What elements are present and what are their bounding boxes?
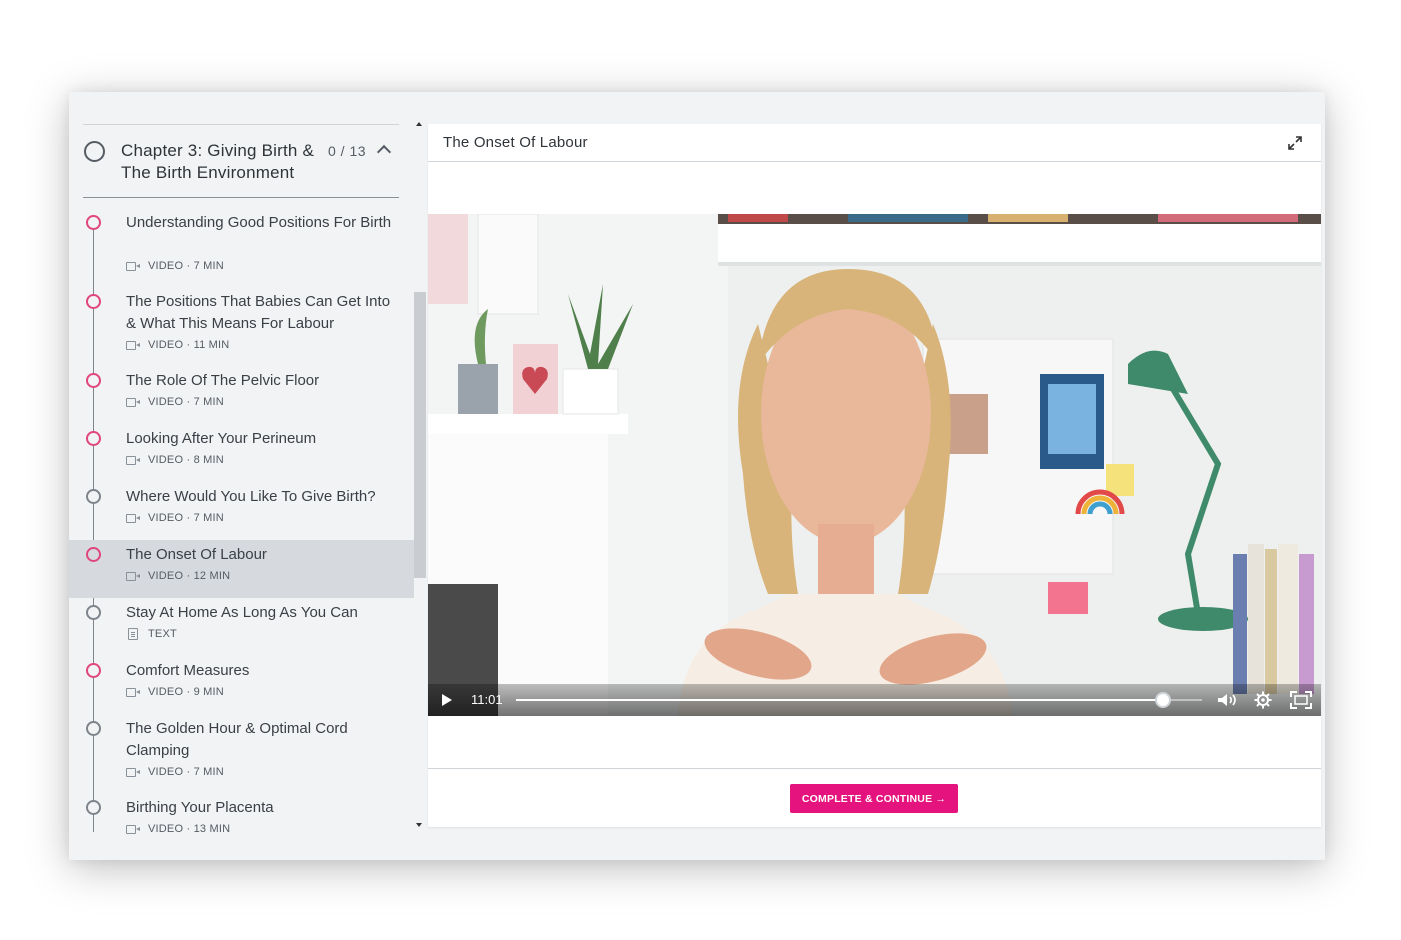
lesson-meta: VIDEO · 9 MIN [126, 686, 224, 698]
lesson-meta: VIDEO · 7 MIN [126, 766, 224, 778]
progress-track[interactable] [516, 692, 1202, 708]
volume-icon[interactable] [1216, 692, 1240, 708]
chapter-header[interactable]: Chapter 3: Giving Birth & The Birth Envi… [83, 124, 399, 198]
gear-icon[interactable] [1254, 691, 1272, 709]
lesson-item[interactable]: Looking After Your Perineum VIDEO · 8 MIN [69, 424, 414, 482]
lesson-list: Understanding Good Positions For Birth VI… [69, 208, 414, 851]
lesson-content: The Onset Of Labour 11:01 COMPLETE & CON… [428, 124, 1321, 827]
player-controls: 11:01 [428, 684, 1321, 716]
lesson-meta-text: VIDEO · 8 MIN [148, 454, 224, 466]
lesson-status-icon [86, 721, 101, 736]
video-camera-icon [126, 687, 141, 697]
video-camera-icon [126, 261, 141, 271]
lesson-meta: VIDEO · 12 MIN [126, 570, 230, 582]
lesson-title: The Positions That Babies Can Get Into &… [126, 293, 391, 332]
chapter-status-icon [84, 141, 105, 162]
lesson-status-icon [86, 489, 101, 504]
lesson-meta: VIDEO · 11 MIN [126, 339, 229, 351]
expand-icon[interactable] [1287, 135, 1303, 151]
lesson-meta-text: VIDEO · 9 MIN [148, 686, 224, 698]
chapter-title: Chapter 3: Giving Birth & The Birth Envi… [121, 141, 315, 182]
video-player[interactable]: 11:01 [428, 214, 1321, 716]
lesson-status-icon [86, 605, 101, 620]
lesson-meta-text: VIDEO · 7 MIN [148, 512, 224, 524]
progress-knob[interactable] [1154, 692, 1171, 708]
video-camera-icon [126, 824, 141, 834]
sidebar-scrollbar[interactable] [414, 92, 428, 860]
curriculum-sidebar: Chapter 3: Giving Birth & The Birth Envi… [69, 92, 414, 860]
lesson-meta: TEXT [126, 628, 177, 640]
lesson-status-icon [86, 294, 101, 309]
fullscreen-icon[interactable] [1290, 691, 1312, 709]
lesson-status-icon [86, 663, 101, 678]
lesson-meta: VIDEO · 13 MIN [126, 823, 230, 835]
lesson-item[interactable]: Stay At Home As Long As You Can TEXT [69, 598, 414, 656]
scroll-up-arrow-icon[interactable] [416, 122, 422, 126]
lesson-meta-text: VIDEO · 7 MIN [148, 260, 224, 272]
lesson-item[interactable]: The Role Of The Pelvic Floor VIDEO · 7 MI… [69, 366, 414, 424]
scroll-down-arrow-icon[interactable] [416, 823, 422, 827]
lesson-meta-text: TEXT [148, 628, 177, 640]
lesson-header: The Onset Of Labour [428, 124, 1321, 162]
lesson-meta-text: VIDEO · 7 MIN [148, 766, 224, 778]
lesson-item[interactable]: Where Would You Like To Give Birth? VIDEO… [69, 482, 414, 540]
video-camera-icon [126, 455, 141, 465]
lesson-title: The Golden Hour & Optimal Cord Clamping [126, 720, 348, 759]
lesson-item[interactable]: Comfort Measures VIDEO · 9 MIN [69, 656, 414, 714]
lesson-title: Birthing Your Placenta [126, 799, 274, 816]
lesson-status-icon [86, 215, 101, 230]
complete-continue-button[interactable]: COMPLETE & CONTINUE → [790, 784, 958, 813]
document-icon [128, 628, 138, 640]
lesson-item[interactable]: Birthing Your Placenta VIDEO · 13 MIN [69, 793, 414, 851]
lesson-title: Stay At Home As Long As You Can [126, 604, 358, 621]
video-camera-icon [126, 513, 141, 523]
scroll-thumb[interactable] [414, 292, 426, 578]
lesson-meta-text: VIDEO · 13 MIN [148, 823, 231, 835]
course-player-window: Chapter 3: Giving Birth & The Birth Envi… [69, 92, 1325, 860]
lesson-status-icon [86, 547, 101, 562]
video-frame [428, 214, 1321, 716]
lesson-item[interactable]: Understanding Good Positions For Birth VI… [69, 208, 414, 287]
lesson-meta-text: VIDEO · 11 MIN [148, 339, 230, 351]
lesson-title: The Onset Of Labour [126, 546, 267, 563]
video-camera-icon [126, 767, 141, 777]
video-camera-icon [126, 397, 141, 407]
lesson-title: The Onset Of Labour [443, 134, 588, 151]
lesson-title: The Role Of The Pelvic Floor [126, 372, 320, 389]
lesson-status-icon [86, 373, 101, 388]
lesson-title: Understanding Good Positions For Birth [126, 214, 392, 231]
lesson-meta: VIDEO · 7 MIN [126, 396, 224, 408]
lesson-status-icon [86, 800, 101, 815]
video-camera-icon [126, 340, 141, 350]
progress-fill [516, 699, 1163, 701]
lesson-item[interactable]: The Golden Hour & Optimal Cord Clamping V… [69, 714, 414, 793]
lesson-item[interactable]: The Positions That Babies Can Get Into &… [69, 287, 414, 366]
lesson-title: Comfort Measures [126, 662, 250, 679]
lesson-meta-text: VIDEO · 12 MIN [148, 570, 231, 582]
lesson-meta: VIDEO · 8 MIN [126, 454, 224, 466]
lesson-title: Where Would You Like To Give Birth? [126, 488, 376, 505]
lesson-title: Looking After Your Perineum [126, 430, 317, 447]
lesson-status-icon [86, 431, 101, 446]
footer-divider [428, 768, 1321, 769]
chapter-progress: 0 / 13 [328, 143, 367, 159]
play-icon[interactable] [442, 694, 452, 706]
lesson-item[interactable]: The Onset Of Labour VIDEO · 12 MIN [69, 540, 414, 598]
lesson-meta: VIDEO · 7 MIN [126, 512, 224, 524]
video-camera-icon [126, 571, 141, 581]
lesson-meta: VIDEO · 7 MIN [126, 260, 224, 272]
lesson-meta-text: VIDEO · 7 MIN [148, 396, 224, 408]
playback-time: 11:01 [471, 692, 503, 707]
chevron-up-icon[interactable] [376, 144, 392, 160]
